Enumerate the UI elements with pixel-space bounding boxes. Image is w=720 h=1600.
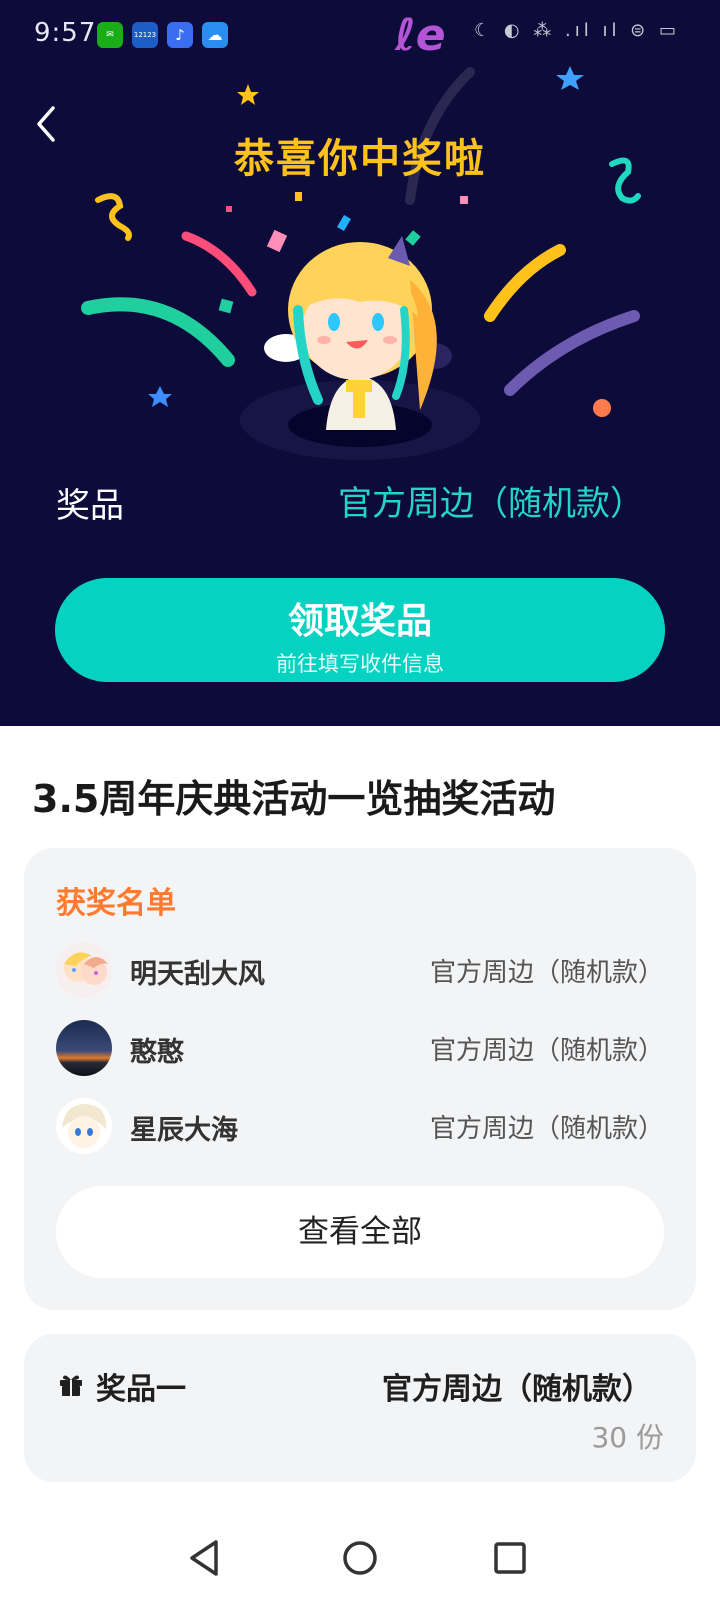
nav-back-button[interactable] — [182, 1534, 230, 1582]
status-indicators: ☾ ◐ ⁂ .ıl ıl ⊜ ▭ — [474, 20, 680, 41]
app-logo-watermark: ℓe — [395, 10, 446, 61]
celebration-mascot-illustration — [81, 66, 641, 460]
prize-item-value: 官方周边（随机款） — [382, 1372, 652, 1407]
prize-label: 奖品 — [56, 486, 124, 526]
triangle-back-icon — [190, 1540, 218, 1576]
activity-title: 3.5周年庆典活动一览抽奖活动 — [32, 777, 556, 821]
winner-name: 明天刮大风 — [130, 959, 265, 990]
winners-card: 获奖名单 明天刮大风 官方周边（随机款） 憨憨 官方周边（随机款） 星辰大海 官… — [24, 848, 696, 1310]
system-navigation-bar — [0, 1520, 720, 1600]
prize-hero-banner: 9:57 ✉ 12123 ♪ ☁ ℓe ☾ ◐ ⁂ .ıl ıl ⊜ ▭ 恭喜你… — [0, 0, 720, 726]
winners-heading: 获奖名单 — [56, 886, 176, 921]
status-time: 9:57 — [34, 18, 97, 48]
view-all-button[interactable]: 查看全部 — [56, 1186, 664, 1278]
claim-button-subtitle: 前往填写收件信息 — [276, 652, 444, 676]
winner-row: 星辰大海 官方周边（随机款） — [56, 1098, 664, 1154]
prize-item-count: 30 份 — [591, 1421, 664, 1454]
winner-prize: 官方周边（随机款） — [429, 1114, 664, 1144]
winner-row: 明天刮大风 官方周边（随机款） — [56, 942, 664, 998]
gift-icon — [60, 1375, 82, 1396]
winner-prize: 官方周边（随机款） — [429, 1036, 664, 1066]
congratulations-title: 恭喜你中奖啦 — [234, 136, 486, 182]
nav-home-button[interactable] — [336, 1534, 384, 1582]
status-bar: 9:57 ✉ 12123 ♪ ☁ ℓe ☾ ◐ ⁂ .ıl ıl ⊜ ▭ — [0, 0, 720, 68]
prize-item-label: 奖品一 — [96, 1372, 186, 1407]
avatar — [56, 1020, 112, 1076]
weather-icon: ☁ — [202, 22, 228, 48]
nav-recents-button[interactable] — [486, 1534, 534, 1582]
winner-prize: 官方周边（随机款） — [429, 958, 664, 988]
traffic-12123-icon: 12123 — [132, 22, 158, 48]
square-recents-icon — [494, 1542, 526, 1574]
wechat-icon: ✉ — [97, 22, 123, 48]
winner-row: 憨憨 官方周边（随机款） — [56, 1020, 664, 1076]
music-icon: ♪ — [167, 22, 193, 48]
claim-prize-button[interactable]: 领取奖品 前往填写收件信息 — [55, 578, 665, 682]
winner-name: 憨憨 — [130, 1037, 184, 1068]
circle-home-icon — [343, 1541, 377, 1575]
avatar — [56, 942, 112, 998]
winner-name: 星辰大海 — [130, 1115, 238, 1146]
prize-value: 官方周边（随机款） — [338, 484, 644, 524]
prize-item-card: 奖品一 官方周边（随机款） 30 份 — [24, 1334, 696, 1482]
claim-button-title: 领取奖品 — [287, 601, 432, 642]
avatar — [56, 1098, 112, 1154]
